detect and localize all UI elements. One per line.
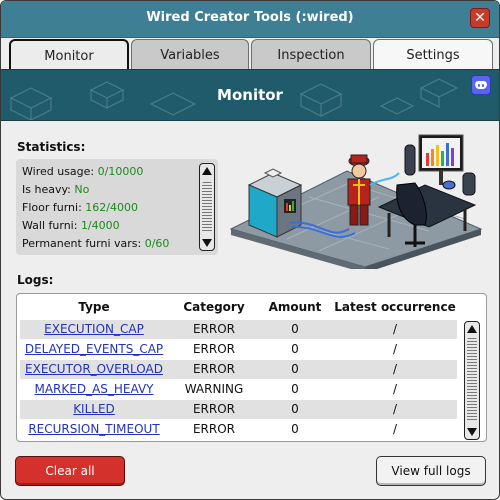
log-type-link[interactable]: EXECUTOR_OVERLOAD — [20, 362, 168, 376]
banner-title: Monitor — [217, 86, 283, 104]
clear-all-button[interactable]: Clear all — [15, 456, 125, 486]
log-type-link[interactable]: DELAYED_EVENTS_CAP — [20, 342, 168, 356]
stat-wall-furni: Wall furni: 1/4000 — [22, 219, 120, 232]
close-icon: ✕ — [474, 10, 486, 26]
discord-button[interactable] — [471, 75, 491, 95]
log-type-link[interactable]: KILLED — [20, 402, 168, 416]
statistics-panel: Wired usage: 0/10000 Is heavy: No Floor … — [16, 159, 218, 255]
log-latest-occurrence: / — [392, 402, 398, 416]
stat-permanent-furni-vars: Permanent furni vars: 0/60 — [22, 237, 170, 250]
title-bar[interactable]: Wired Creator Tools (:wired) ✕ — [1, 1, 499, 38]
window-title: Wired Creator Tools (:wired) — [146, 10, 354, 25]
log-latest-occurrence: / — [392, 322, 398, 336]
log-category: WARNING — [184, 382, 244, 396]
log-amount: 0 — [291, 362, 299, 376]
wired-creator-tools-window: Wired Creator Tools (:wired) ✕ Monitor V… — [0, 0, 500, 500]
table-row: RECURSION_TIMEOUT ERROR 0 / — [20, 420, 457, 439]
scroll-up-icon[interactable] — [201, 166, 213, 176]
log-type-link[interactable]: EXECUTION_CAP — [20, 322, 168, 336]
log-category: ERROR — [192, 362, 236, 376]
table-row: EXECUTION_CAP ERROR 0 / — [20, 320, 457, 339]
tab-bar: Monitor Variables Inspection Settings — [9, 39, 493, 69]
statistics-scroll-thumb[interactable] — [202, 182, 212, 232]
logs-scroll-thumb[interactable] — [467, 338, 477, 422]
log-category: ERROR — [192, 322, 236, 336]
log-amount: 0 — [291, 402, 299, 416]
logs-heading: Logs: — [17, 273, 54, 287]
statistics-scrollbar[interactable] — [199, 163, 215, 251]
log-latest-occurrence: / — [392, 342, 398, 356]
log-amount: 0 — [291, 422, 299, 436]
stat-wired-usage: Wired usage: 0/10000 — [22, 165, 144, 178]
tab-monitor[interactable]: Monitor — [9, 39, 129, 69]
log-latest-occurrence: / — [392, 362, 398, 376]
column-header-amount: Amount — [268, 300, 322, 314]
log-amount: 0 — [291, 382, 299, 396]
tab-settings[interactable]: Settings — [373, 39, 493, 69]
monitor-banner: Monitor — [1, 69, 499, 121]
scroll-down-icon[interactable] — [466, 427, 478, 437]
log-category: ERROR — [192, 342, 236, 356]
log-category: ERROR — [192, 402, 236, 416]
stat-floor-furni: Floor furni: 162/4000 — [22, 201, 138, 214]
column-header-type: Type — [78, 300, 110, 314]
tab-inspection[interactable]: Inspection — [251, 39, 371, 69]
log-latest-occurrence: / — [392, 422, 398, 436]
log-category: ERROR — [192, 422, 236, 436]
log-latest-occurrence: / — [392, 382, 398, 396]
table-row: MARKED_AS_HEAVY WARNING 0 / — [20, 380, 457, 399]
monitor-room-illustration — [229, 134, 483, 269]
logs-table: Type Category Amount Latest occurrence E… — [16, 293, 487, 442]
statistics-heading: Statistics: — [17, 140, 86, 154]
table-row: DELAYED_EVENTS_CAP ERROR 0 / — [20, 340, 457, 359]
tab-variables[interactable]: Variables — [131, 39, 249, 69]
table-row: KILLED ERROR 0 / — [20, 400, 457, 419]
log-type-link[interactable]: MARKED_AS_HEAVY — [20, 382, 168, 396]
log-amount: 0 — [291, 322, 299, 336]
table-row: EXECUTOR_OVERLOAD ERROR 0 / — [20, 360, 457, 379]
stat-is-heavy: Is heavy: No — [22, 183, 90, 196]
logs-scrollbar[interactable] — [464, 321, 480, 440]
scroll-down-icon[interactable] — [201, 238, 213, 248]
column-header-latest-occurrence: Latest occurrence — [334, 300, 456, 314]
scroll-up-icon[interactable] — [466, 324, 478, 334]
close-button[interactable]: ✕ — [470, 8, 490, 28]
discord-icon — [475, 81, 487, 89]
log-type-link[interactable]: RECURSION_TIMEOUT — [20, 422, 168, 436]
log-amount: 0 — [291, 342, 299, 356]
view-full-logs-button[interactable]: View full logs — [376, 456, 486, 486]
column-header-category: Category — [183, 300, 245, 314]
